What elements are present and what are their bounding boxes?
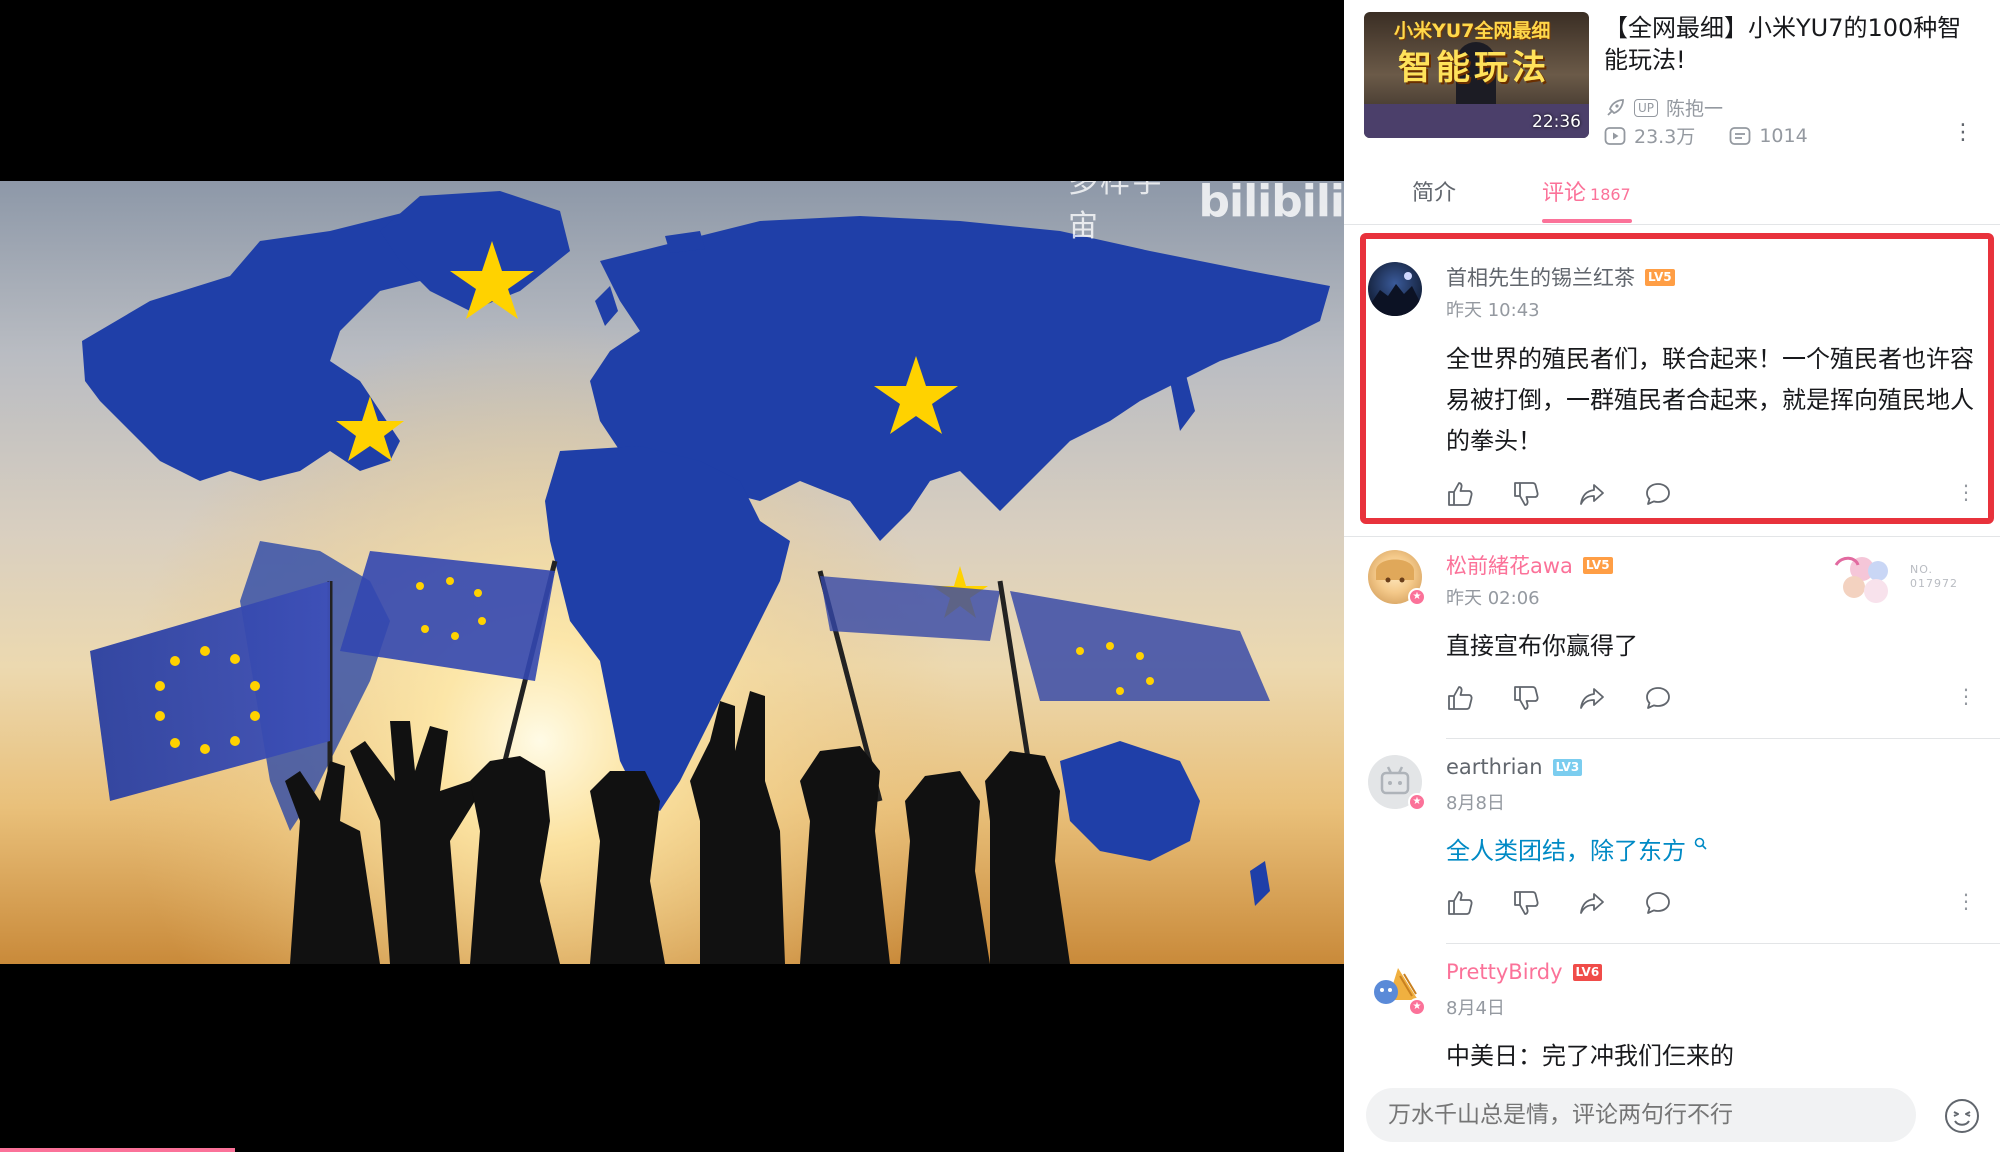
highlight-box [1360,233,1994,524]
tab-comments-label: 评论 [1542,181,1587,206]
comment-actions [1446,684,1672,712]
video-frame[interactable]: 多样宇宙 bilibili [0,181,1344,964]
up-badge: UP [1634,98,1659,117]
comment-text: 中美日：完了冲我们仨来的 [1446,1042,1734,1070]
reply-icon[interactable] [1644,684,1672,712]
tab-intro[interactable]: 简介 [1412,175,1456,207]
search-icon [1694,837,1707,850]
comment-divider [1344,536,2000,537]
vip-badge-icon: ★ [1408,793,1426,811]
comment-time: 昨天 02:06 [1446,588,1540,609]
related-video-author[interactable]: 陈抱一 [1666,94,1723,121]
related-video-card[interactable]: 小米YU7全网最细 智能玩法 22:36 【全网最细】小米YU7的100种智能玩… [1364,12,1984,148]
comment-divider [1446,943,2000,944]
share-icon[interactable] [1578,684,1606,712]
username-text: 松前緒花awa [1446,554,1573,578]
play-count-icon [1604,126,1626,145]
reply-icon[interactable] [1644,889,1672,917]
level-badge: LV5 [1582,556,1613,574]
app-root: 多样宇宙 bilibili 小米YU7全网最细 智能玩法 22:36 【全网最细… [0,0,2000,1152]
bilibili-logo: bilibili [1198,181,1344,227]
video-player[interactable]: 多样宇宙 bilibili [0,0,1344,1152]
side-panel: 小米YU7全网最细 智能玩法 22:36 【全网最细】小米YU7的100种智能玩… [1344,0,2000,1152]
comment-input-bar [1344,1080,2000,1152]
comment-text: 全人类团结，除了东方 [1446,837,1686,865]
level-badge: LV6 [1572,963,1603,981]
like-icon[interactable] [1446,889,1474,917]
content-tabs: 简介 评论 1867 [1344,155,2000,225]
share-icon[interactable] [1578,889,1606,917]
dislike-icon[interactable] [1512,889,1540,917]
vip-badge-icon: ★ [1408,998,1426,1016]
danmaku-icon [1729,126,1751,145]
rocket-icon [1607,98,1624,116]
level-badge: LV3 [1552,758,1583,776]
comment-actions [1446,889,1672,917]
video-watermark: 多样宇宙 bilibili [1068,181,1344,245]
more-options-icon[interactable]: ⋮ [1952,122,1974,144]
dislike-icon[interactable] [1512,684,1540,712]
tab-comments[interactable]: 评论 1867 [1542,175,1631,207]
fan-medal-badge: NO. 017972 [1832,551,1962,611]
comment-text: 直接宣布你赢得了 [1446,632,1638,660]
related-video-title[interactable]: 【全网最细】小米YU7的100种智能玩法! [1604,12,1984,76]
comment-input[interactable] [1366,1088,1916,1142]
playback-progress-bar[interactable] [0,1148,236,1152]
tab-intro-label: 简介 [1412,181,1457,206]
video-duration: 22:36 [1532,112,1581,132]
comment-more-icon[interactable]: ⋮ [1956,686,1976,706]
comment-divider [1446,738,2000,739]
comment-time: 8月4日 [1446,998,1505,1019]
active-tab-indicator [1542,219,1632,223]
username-text: earthrian [1446,755,1543,779]
comment-username[interactable]: earthrian LV3 [1446,755,1583,779]
comments-count: 1867 [1590,185,1631,204]
comment-username[interactable]: 松前緒花awa LV5 [1446,550,1613,580]
danmaku-count: 1014 [1759,124,1808,147]
related-video-stats: 23.3万 1014 [1604,122,1808,149]
comment-time: 8月8日 [1446,793,1505,814]
thumb-caption-top: 小米YU7全网最细 [1394,20,1551,42]
watermark-text: 多样宇宙 [1068,181,1164,244]
related-video-thumbnail[interactable]: 小米YU7全网最细 智能玩法 22:36 [1364,12,1589,138]
vip-badge-icon: ★ [1408,588,1426,606]
comment-text-search-link[interactable]: 全人类团结，除了东方 [1446,831,1976,872]
hand-6 [800,746,890,964]
username-text: PrettyBirdy [1446,960,1563,984]
view-count: 23.3万 [1634,126,1696,148]
fan-medal-code: NO. 017972 [1910,563,1958,590]
related-video-author-row: UP 陈抱一 [1604,94,1723,121]
fan-medal-icon [1834,556,1888,603]
comment-username[interactable]: PrettyBirdy LV6 [1446,960,1603,984]
emoji-icon[interactable] [1942,1096,1982,1136]
video-scene [0,181,1344,964]
like-icon[interactable] [1446,684,1474,712]
comment-more-icon[interactable]: ⋮ [1956,891,1976,911]
thumb-caption-main: 智能玩法 [1398,48,1550,88]
